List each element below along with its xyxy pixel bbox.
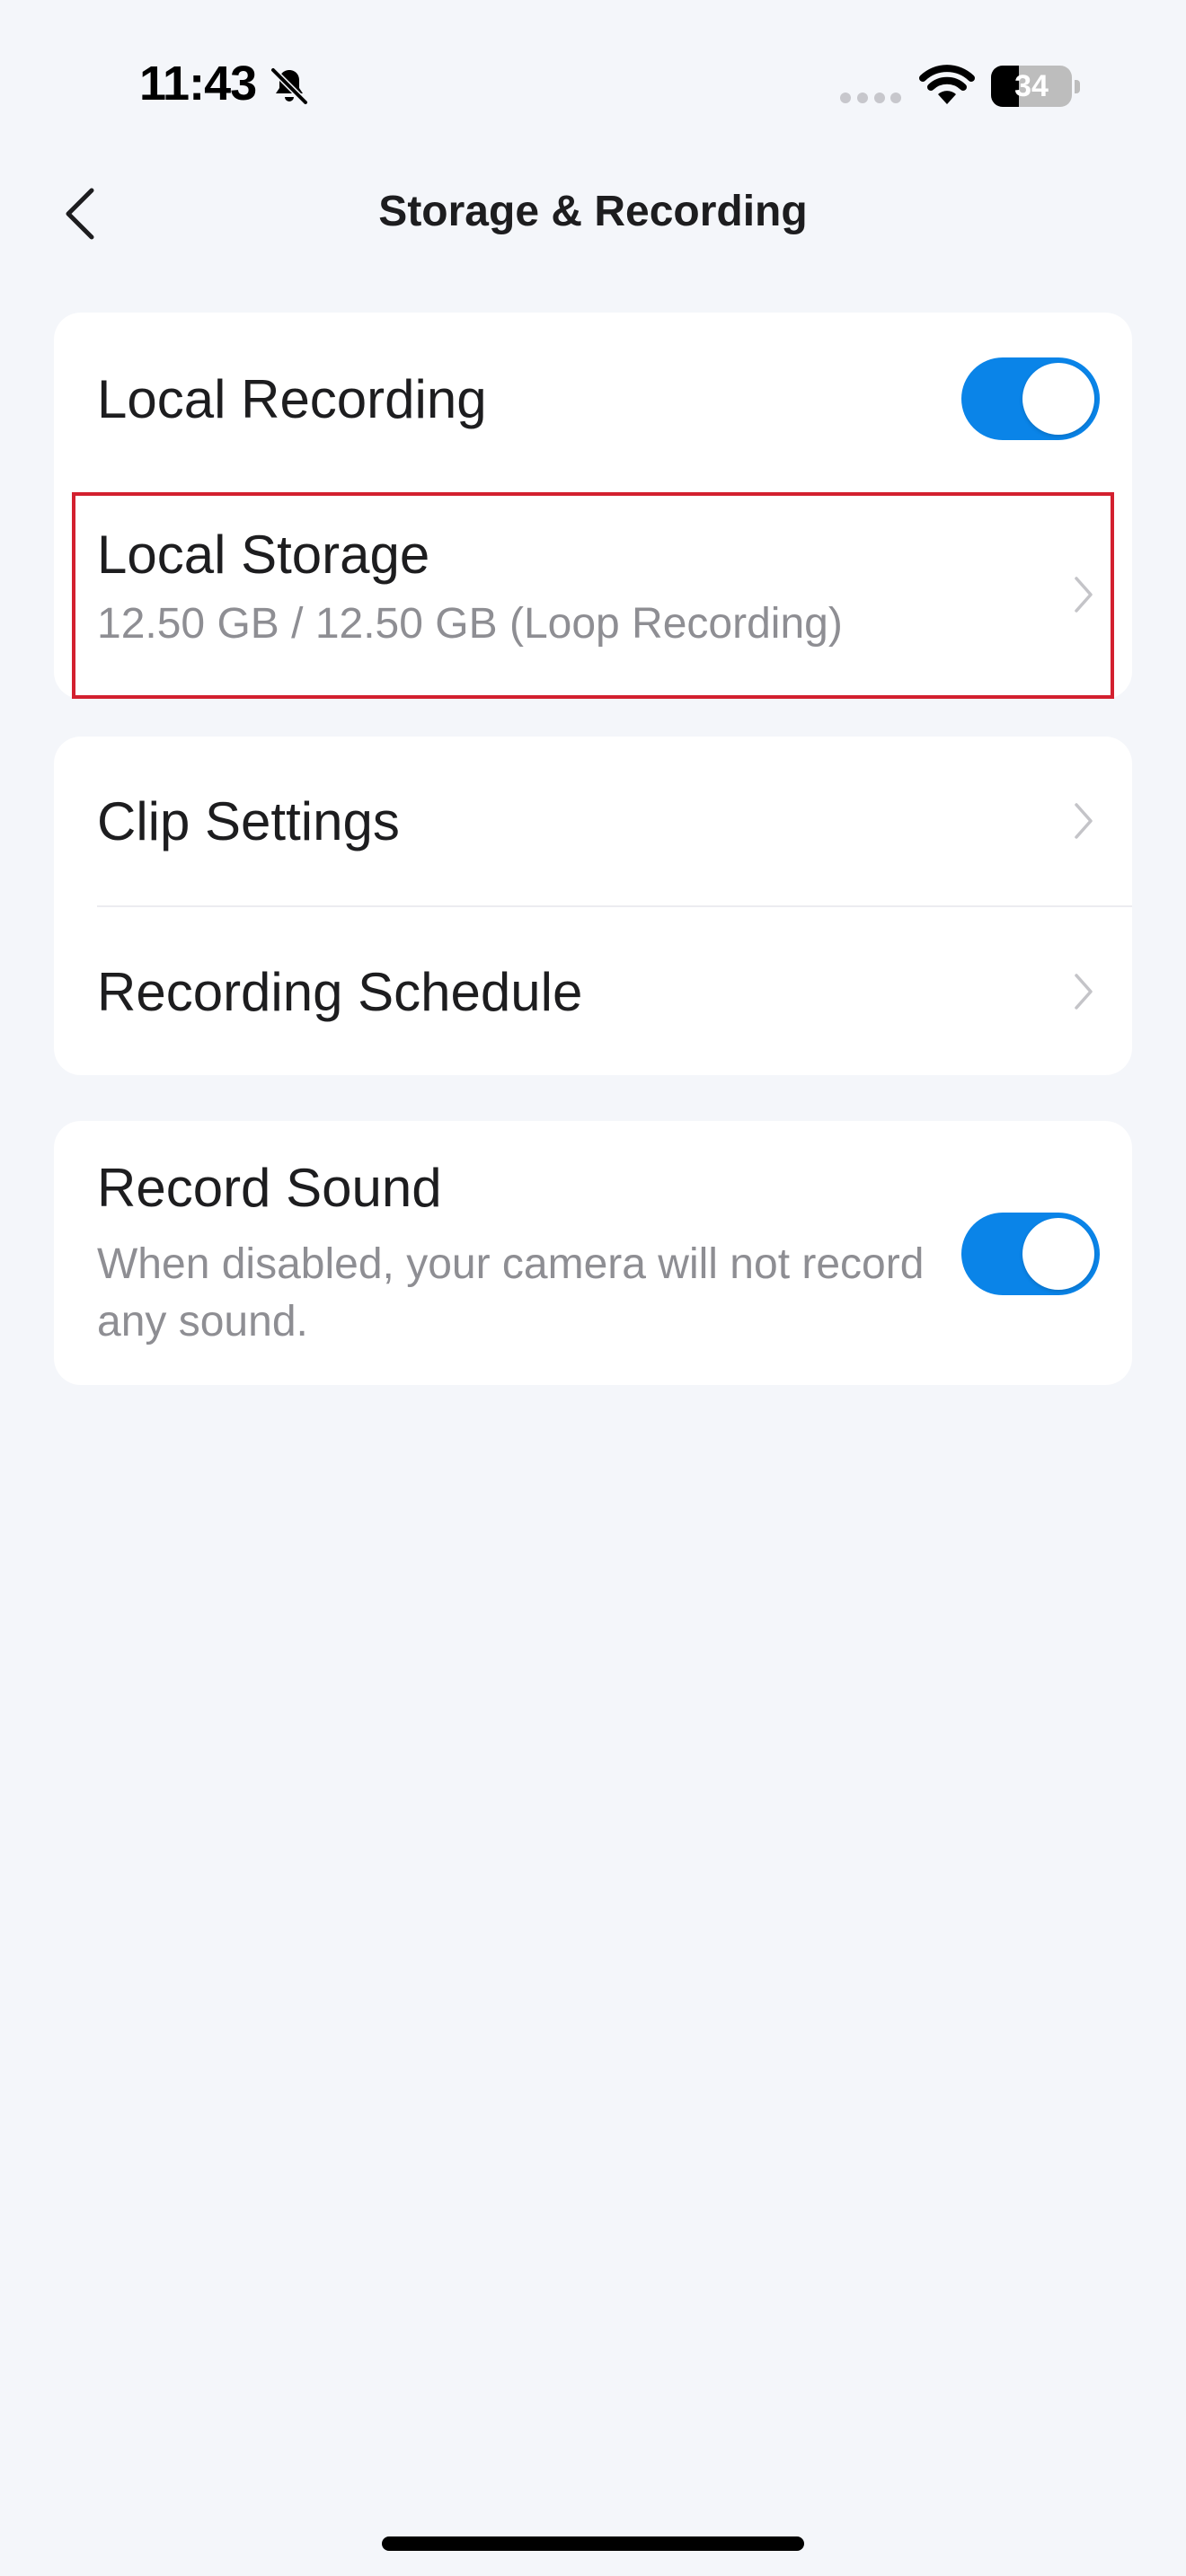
battery-level: 34 [1014, 69, 1049, 103]
clip-settings-label: Clip Settings [97, 791, 400, 851]
record-sound-label: Record Sound [97, 1158, 442, 1218]
home-indicator[interactable] [382, 2536, 804, 2551]
wifi-icon [919, 65, 975, 104]
toggle-knob [1022, 1218, 1094, 1290]
battery-icon: 34 [991, 66, 1081, 107]
local-recording-toggle[interactable] [961, 357, 1100, 440]
toggle-knob [1022, 363, 1094, 435]
status-time: 11:43 [139, 57, 257, 110]
page-title: Storage & Recording [378, 188, 808, 235]
sound-card: Record Sound When disabled, your camera … [54, 1121, 1132, 1385]
chevron-right-icon [1075, 974, 1093, 1010]
settings-card: Clip Settings Recording Schedule [54, 737, 1132, 1075]
recording-schedule-label: Recording Schedule [97, 962, 583, 1022]
record-sound-toggle[interactable] [961, 1213, 1100, 1295]
record-sound-row: Record Sound When disabled, your camera … [54, 1121, 1132, 1385]
bell-slash-icon [270, 67, 308, 105]
local-recording-label: Local Recording [97, 369, 487, 429]
clip-settings-row[interactable]: Clip Settings [54, 737, 1132, 905]
highlight-box [72, 492, 1114, 699]
battery-body: 34 [991, 66, 1072, 107]
battery-cap [1075, 80, 1080, 93]
cellular-dots-icon [840, 93, 901, 103]
chevron-right-icon [1075, 803, 1093, 839]
local-recording-row: Local Recording [54, 313, 1132, 470]
storage-recording-screen: 11:43 34 Storage & Recording Local Recor… [0, 0, 1186, 2576]
status-bar: 11:43 34 [0, 0, 1186, 171]
recording-schedule-row[interactable]: Recording Schedule [54, 907, 1132, 1075]
record-sound-description: When disabled, your camera will not reco… [97, 1240, 925, 1345]
navigation-bar: Storage & Recording [0, 171, 1186, 251]
